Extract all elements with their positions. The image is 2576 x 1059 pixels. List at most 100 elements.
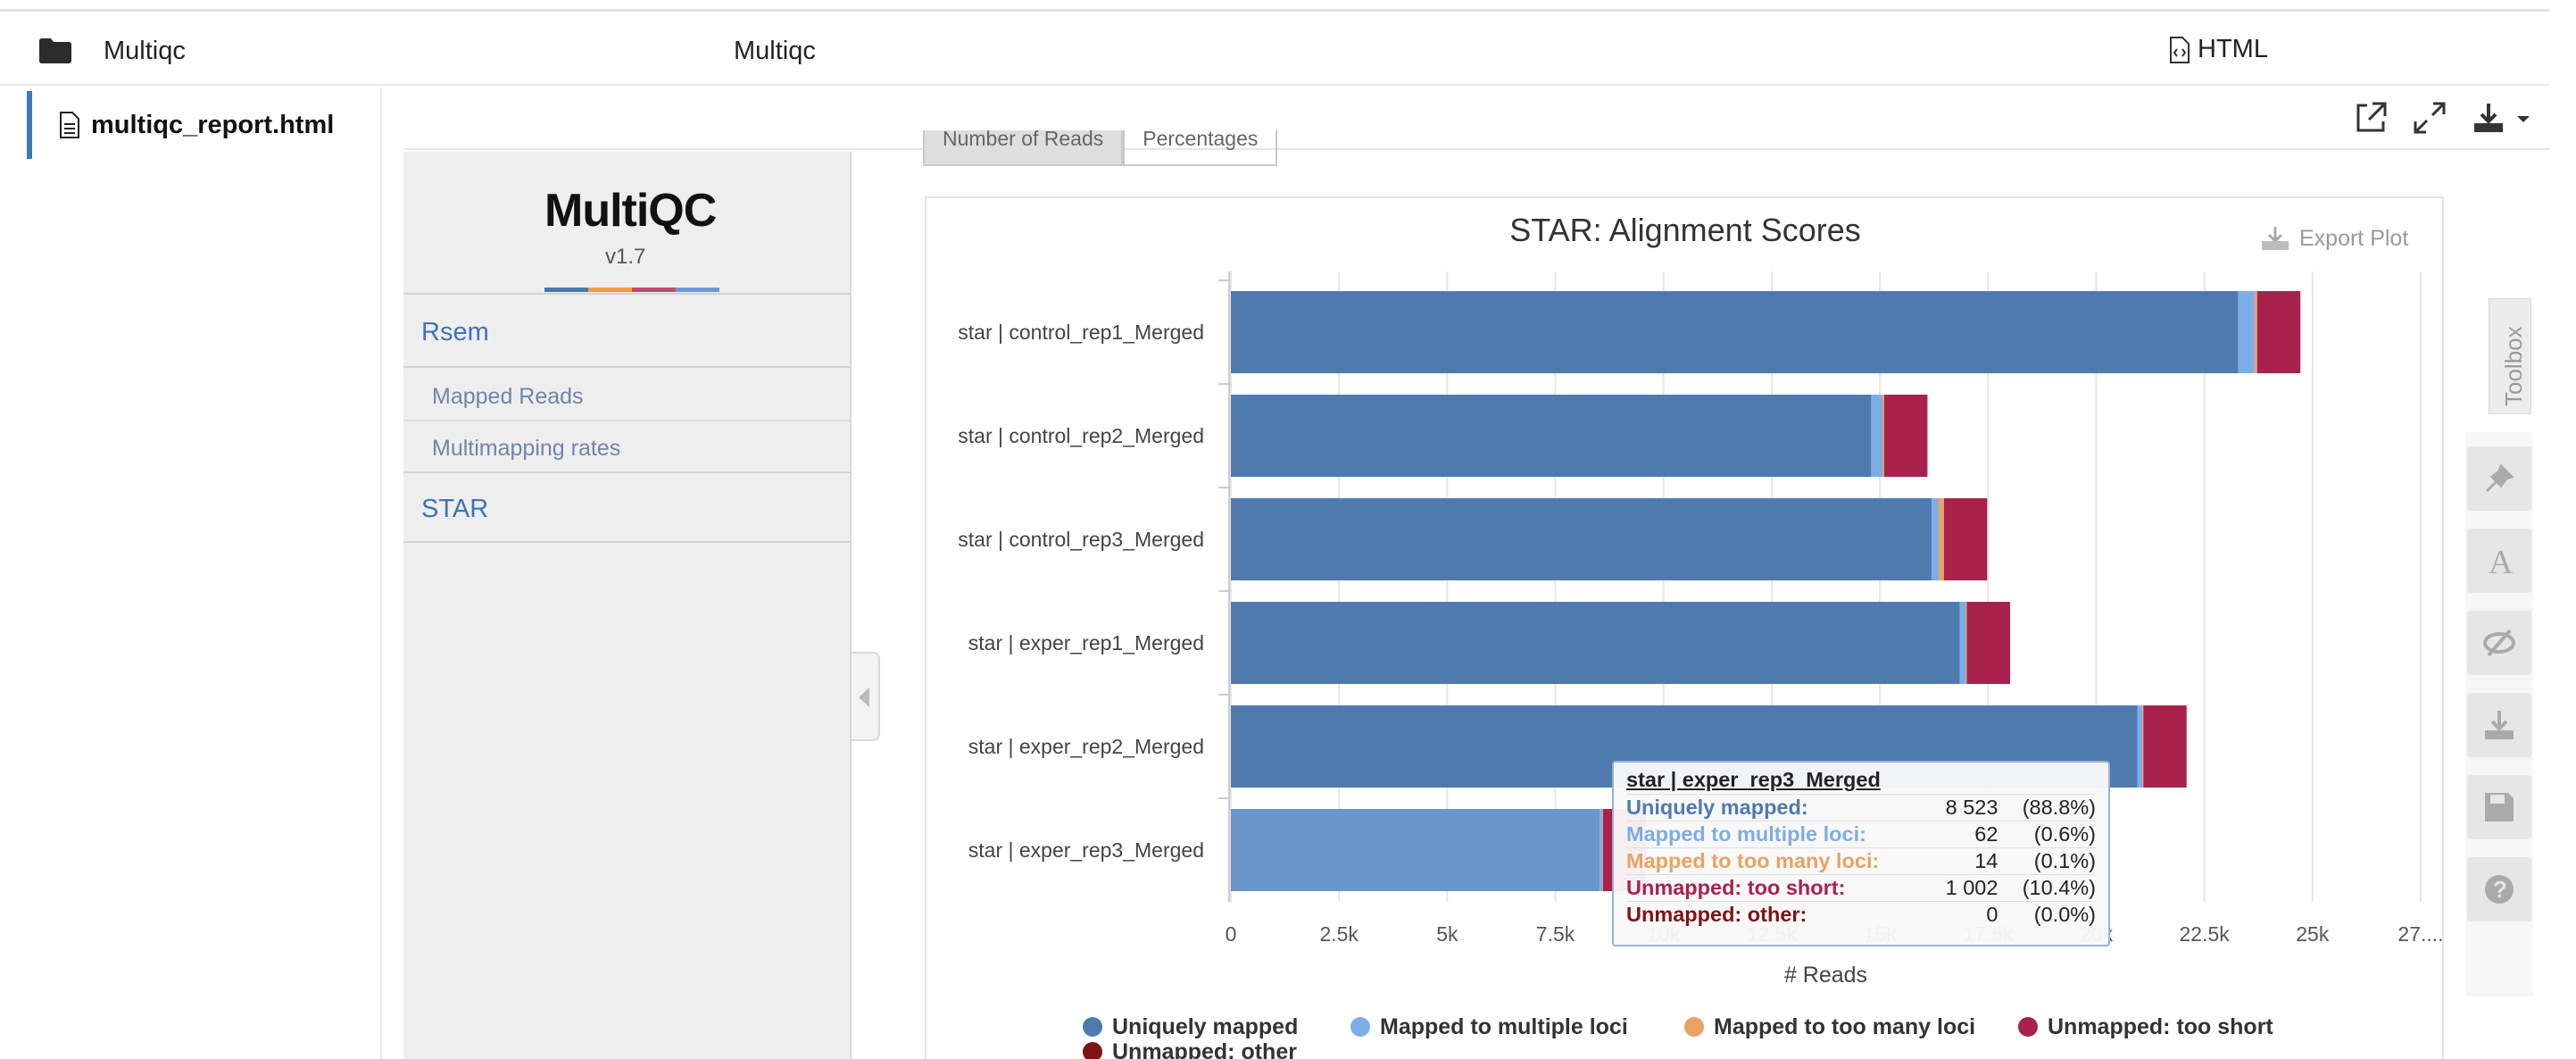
bar-segment[interactable] bbox=[2142, 705, 2144, 788]
version-label: v1.7 bbox=[605, 245, 646, 269]
export-plot-button[interactable]: Export Plot bbox=[2260, 225, 2408, 252]
tab-percentages[interactable]: Percentages bbox=[1123, 130, 1278, 166]
bar-segment[interactable] bbox=[1943, 498, 1988, 580]
x-tick-label: 2.5k bbox=[1319, 922, 1359, 946]
chart-tooltip: star | exper_rep3_Merged Uniquely mapped… bbox=[1612, 761, 2110, 946]
logo-stripe bbox=[544, 288, 719, 292]
toolbox-label: Toolbox bbox=[2500, 326, 2527, 406]
bar-segment[interactable] bbox=[1965, 602, 1967, 684]
bar-segment[interactable] bbox=[2254, 291, 2257, 373]
y-category-label: star | control_rep1_Merged bbox=[958, 321, 1204, 344]
tooltip-row-pct: (0.1%) bbox=[2033, 849, 2096, 872]
top-bar: Multiqc Multiqc HTML bbox=[0, 9, 2549, 86]
bar-segment[interactable] bbox=[1882, 395, 1884, 477]
tooltip-row-pct: (10.4%) bbox=[2022, 876, 2096, 899]
bar-segment[interactable] bbox=[2256, 291, 2301, 373]
breadcrumb[interactable]: Multiqc bbox=[104, 37, 186, 66]
bar-segment[interactable] bbox=[2143, 705, 2187, 788]
tooltip-row-value: 0 bbox=[1986, 903, 1998, 926]
tooltip-row: Unmapped: too short: 1 002 (10.4%) bbox=[1626, 874, 2096, 901]
nav-sub-multimapping-rates[interactable]: Multimapping rates bbox=[432, 436, 620, 462]
highlight-button[interactable] bbox=[2467, 446, 2531, 511]
tooltip-title: star | exper_rep3_Merged bbox=[1626, 768, 1881, 791]
nav-item-star[interactable]: STAR bbox=[421, 495, 488, 524]
nav-sub-mapped-reads[interactable]: Mapped Reads bbox=[432, 384, 584, 410]
hide-samples-button[interactable] bbox=[2467, 611, 2531, 675]
legend-item-label[interactable]: Mapped to multiple loci bbox=[1380, 1014, 1628, 1039]
chevron-left-icon bbox=[859, 688, 869, 707]
fullscreen-icon[interactable] bbox=[2412, 100, 2447, 136]
x-tick-label: 22.5k bbox=[2180, 922, 2231, 946]
bar-segment[interactable] bbox=[1966, 602, 2010, 684]
x-tick-label: 25k bbox=[2296, 922, 2330, 946]
x-tick-label: 27.... bbox=[2397, 922, 2443, 946]
x-tick-label: 5k bbox=[1436, 922, 1458, 946]
eye-slash-icon bbox=[2483, 629, 2515, 657]
download-icon[interactable] bbox=[2471, 100, 2506, 136]
tooltip-row-name: Uniquely mapped: bbox=[1626, 796, 1808, 819]
tooltip-row-value: 1 002 bbox=[1945, 876, 1998, 899]
bar-segment[interactable] bbox=[1231, 498, 1932, 580]
x-axis-label: # Reads bbox=[1784, 963, 1867, 988]
rename-button[interactable]: A bbox=[2467, 529, 2531, 593]
export-button[interactable] bbox=[2467, 693, 2531, 757]
tooltip-row-pct: (0.0%) bbox=[2033, 903, 2096, 926]
bar-segment[interactable] bbox=[1883, 395, 1928, 477]
folder-icon[interactable] bbox=[39, 38, 71, 63]
chevron-down-icon[interactable] bbox=[2514, 100, 2533, 136]
bar-segment[interactable] bbox=[1939, 498, 1944, 580]
save-settings-button[interactable] bbox=[2467, 775, 2531, 839]
legend-item-label[interactable]: Uniquely mapped bbox=[1112, 1014, 1298, 1039]
tooltip-row: Unmapped: other: 0 (0.0%) bbox=[1626, 901, 2096, 928]
tab-number-of-reads[interactable]: Number of Reads bbox=[923, 130, 1124, 166]
file-icon bbox=[60, 112, 79, 138]
tooltip-row-name: Unmapped: too short: bbox=[1626, 876, 1846, 899]
sidebar-collapse-handle[interactable] bbox=[852, 652, 880, 741]
help-button[interactable]: ? bbox=[2467, 857, 2531, 921]
bar-segment[interactable] bbox=[1959, 602, 1966, 684]
y-category-label: star | exper_rep3_Merged bbox=[968, 838, 1204, 862]
bar-segment[interactable] bbox=[1602, 809, 1603, 891]
tooltip-row: Mapped to multiple loci: 62 (0.6%) bbox=[1626, 821, 2096, 847]
bar-segment[interactable] bbox=[2238, 291, 2255, 373]
file-name: multiqc_report.html bbox=[91, 110, 335, 139]
file-item-multiqc-report[interactable]: multiqc_report.html bbox=[27, 91, 380, 159]
svg-text:A: A bbox=[2489, 544, 2514, 579]
bar-segment[interactable] bbox=[2137, 705, 2143, 788]
open-external-icon[interactable] bbox=[2353, 100, 2389, 136]
code-file-icon bbox=[2170, 36, 2190, 63]
report-sidebar: MultiQC v1.7 Rsem Mapped Reads Multimapp… bbox=[403, 152, 852, 1059]
tooltip-row-name: Mapped to too many loci: bbox=[1626, 849, 1880, 872]
bar-segment[interactable] bbox=[1231, 291, 2239, 373]
bar-segment[interactable] bbox=[1231, 602, 1960, 684]
x-tick-label: 7.5k bbox=[1536, 922, 1575, 946]
x-tick-label: 0 bbox=[1226, 922, 1237, 946]
chart-title: STAR: Alignment Scores bbox=[1509, 212, 1861, 248]
bar-segment[interactable] bbox=[1932, 498, 1940, 580]
legend-item-label[interactable]: Unmapped: too short bbox=[2048, 1014, 2273, 1039]
pin-icon bbox=[2485, 463, 2514, 493]
tooltip-row-value: 8 523 bbox=[1945, 796, 1998, 819]
bar-segment[interactable] bbox=[1600, 809, 1603, 891]
toolbox-tab[interactable]: Toolbox bbox=[2489, 298, 2531, 414]
page-title: Multiqc bbox=[734, 37, 816, 65]
font-icon: A bbox=[2489, 544, 2514, 579]
bar-segment[interactable] bbox=[1871, 395, 1882, 477]
tooltip-row-pct: (0.6%) bbox=[2033, 822, 2096, 846]
bar-segment[interactable] bbox=[1231, 809, 1600, 891]
y-category-label: star | exper_rep1_Merged bbox=[968, 631, 1204, 655]
legend-marker bbox=[1350, 1017, 1370, 1037]
tooltip-row-name: Mapped to multiple loci: bbox=[1626, 822, 1866, 846]
tooltip-row-value: 62 bbox=[1974, 822, 1998, 846]
tooltip-row: Uniquely mapped: 8 523 (88.8%) bbox=[1626, 794, 2096, 821]
nav-item-rsem[interactable]: Rsem bbox=[421, 318, 489, 347]
floppy-disk-icon bbox=[2485, 793, 2514, 821]
viewer-toolbar bbox=[403, 88, 2549, 150]
legend-marker bbox=[1083, 1042, 1102, 1059]
question-circle-icon: ? bbox=[2485, 875, 2514, 904]
legend-item-label[interactable]: Unmapped: other bbox=[1112, 1039, 1297, 1059]
legend-item-label[interactable]: Mapped to too many loci bbox=[1714, 1014, 1975, 1039]
tooltip-row-pct: (88.8%) bbox=[2022, 796, 2096, 819]
bar-segment[interactable] bbox=[1231, 395, 1872, 477]
y-category-label: star | control_rep3_Merged bbox=[958, 528, 1204, 551]
